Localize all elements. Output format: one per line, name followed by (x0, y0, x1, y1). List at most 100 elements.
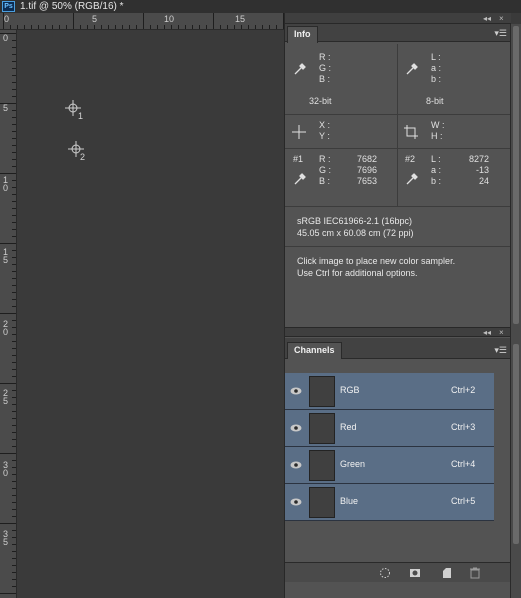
ruler-tick (52, 25, 53, 29)
ruler-tick (3, 13, 4, 29)
info-position-row: X : Y : W : H : (285, 115, 511, 149)
close-dock-icon[interactable]: × (499, 328, 504, 338)
load-selection-icon[interactable] (379, 567, 391, 579)
visibility-eye-icon[interactable] (290, 496, 302, 508)
ruler-tick (12, 530, 16, 531)
visibility-eye-icon[interactable] (290, 385, 302, 397)
ruler-tick (12, 411, 16, 412)
document-tab-title[interactable]: 1.tif @ 50% (RGB/16) * (20, 0, 124, 13)
sampler-1-r-label: R : (319, 154, 331, 164)
sampler-2-l-label: L : (431, 154, 441, 164)
ruler-tick (12, 579, 16, 580)
new-channel-icon[interactable] (441, 567, 453, 579)
ruler-number: 25 (3, 388, 9, 406)
document-size-text: 45.05 cm x 60.08 cm (72 ppi) (297, 228, 414, 238)
ruler-tick (38, 25, 39, 29)
ruler-tick (12, 306, 16, 307)
ruler-tick (12, 68, 16, 69)
horizontal-ruler[interactable]: 0 5 10 15 (0, 13, 285, 30)
x-label: X : (319, 120, 331, 130)
dock-scrollbar[interactable] (510, 24, 521, 598)
panel-dock: ◂◂ × Info ▾☰ R : G : B : 32-bit L : a : … (284, 13, 511, 598)
collapse-dock-icon[interactable]: ◂◂ (483, 328, 491, 338)
ruler-tick (12, 236, 16, 237)
ruler-number: 0 (4, 14, 10, 24)
collapse-dock-icon[interactable]: ◂◂ (483, 13, 491, 24)
channel-shortcut: Ctrl+2 (451, 385, 476, 395)
document-canvas[interactable]: 1 2 (18, 31, 285, 598)
channels-panel-menu-icon[interactable]: ▾☰ (494, 343, 507, 357)
channel-row-red[interactable]: Red Ctrl+3 (285, 410, 494, 447)
ruler-tick (206, 25, 207, 29)
vertical-ruler[interactable]: 0 5 10 15 20 25 30 35 (0, 30, 17, 598)
channel-name: RGB (340, 385, 360, 395)
ruler-tick (234, 25, 235, 29)
tab-channels[interactable]: Channels (287, 342, 342, 359)
w-label: W : (431, 120, 445, 130)
save-selection-icon[interactable] (409, 567, 421, 579)
channel-row-green[interactable]: Green Ctrl+4 (285, 447, 494, 484)
scrollbar-thumb[interactable] (513, 26, 519, 324)
info-panel-menu-icon[interactable]: ▾☰ (494, 26, 507, 40)
ruler-tick (0, 33, 16, 34)
ruler-tick (12, 229, 16, 230)
ruler-tick (12, 285, 16, 286)
scrollbar-thumb[interactable] (513, 344, 519, 544)
sampler-1-r-value: 7682 (356, 154, 377, 164)
ruler-tick (12, 131, 16, 132)
channel-row-rgb[interactable]: RGB Ctrl+2 (285, 373, 494, 410)
ruler-tick (12, 250, 16, 251)
ruler-tick (45, 25, 46, 29)
channel-row-blue[interactable]: Blue Ctrl+5 (285, 484, 494, 521)
ruler-tick (12, 152, 16, 153)
ruler-tick (87, 25, 88, 29)
right-bit-depth[interactable]: 8-bit (426, 96, 444, 107)
ruler-tick (0, 383, 16, 384)
eyedropper-icon (406, 173, 418, 185)
visibility-eye-icon[interactable] (290, 459, 302, 471)
ruler-tick (12, 481, 16, 482)
sampler-1-g-value: 7696 (356, 165, 377, 175)
ruler-tick (12, 89, 16, 90)
ruler-tick (0, 243, 16, 244)
left-bit-depth[interactable]: 32-bit (309, 96, 332, 107)
visibility-eye-icon[interactable] (290, 422, 302, 434)
ruler-tick (220, 25, 221, 29)
r-label: R : (319, 52, 331, 62)
ruler-tick (12, 54, 16, 55)
document-tab-bar: Ps 1.tif @ 50% (RGB/16) * (0, 0, 521, 13)
ruler-tick (12, 180, 16, 181)
ruler-tick (12, 278, 16, 279)
ruler-tick (122, 25, 123, 29)
ruler-tick (227, 25, 228, 29)
trash-icon[interactable] (469, 567, 481, 579)
ruler-tick (73, 13, 74, 29)
ruler-tick (12, 502, 16, 503)
close-dock-icon[interactable]: × (499, 13, 504, 24)
tab-info[interactable]: Info (287, 26, 318, 43)
ruler-tick (66, 25, 67, 29)
g-label: G : (319, 63, 332, 73)
ruler-tick (12, 355, 16, 356)
sampler-2-a-label: a : (431, 165, 442, 175)
ruler-tick (12, 201, 16, 202)
ruler-tick (12, 138, 16, 139)
ruler-tick (12, 558, 16, 559)
ruler-tick (12, 166, 16, 167)
ruler-number: 20 (3, 319, 9, 337)
ruler-tick (12, 145, 16, 146)
ruler-tick (12, 586, 16, 587)
ruler-tick (59, 25, 60, 29)
ruler-tick (12, 376, 16, 377)
ruler-number: 15 (235, 14, 246, 24)
ruler-tick (12, 425, 16, 426)
channel-thumbnail (309, 450, 335, 481)
sampler-2-l-value: 8272 (468, 154, 489, 164)
ruler-tick (12, 208, 16, 209)
ruler-tick (12, 40, 16, 41)
ruler-tick (12, 418, 16, 419)
ruler-tick (12, 299, 16, 300)
channel-shortcut: Ctrl+5 (451, 496, 476, 506)
divider (397, 44, 398, 115)
channel-name: Red (340, 422, 357, 432)
